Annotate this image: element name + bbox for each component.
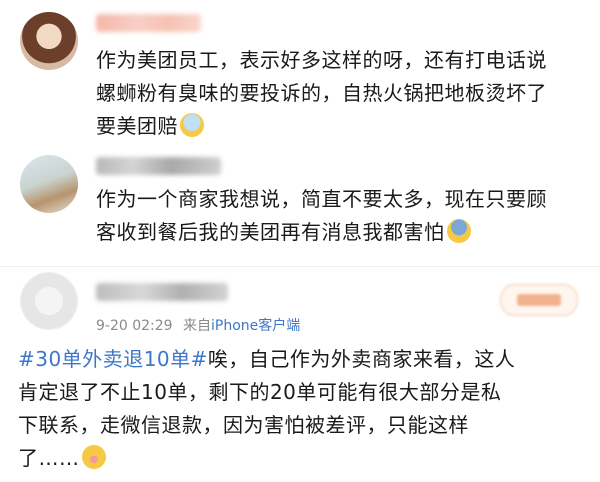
comment-line: 要美团赔: [96, 110, 591, 143]
username-redacted[interactable]: [96, 283, 228, 301]
post-line: #30单外卖退10单#唉，自己作为外卖商家来看，这人: [18, 347, 516, 371]
divider: [0, 266, 600, 267]
comment-text: 作为美团员工，表示好多这样的呀，还有打电话说 螺蛳粉有臭味的要投诉的，自热火锅把…: [96, 44, 591, 143]
post-source-link[interactable]: iPhone客户端: [211, 318, 300, 334]
avatar[interactable]: [20, 155, 78, 213]
username-redacted[interactable]: [96, 157, 221, 175]
post-line: 下联系，走微信退款，因为害怕被差评，只能这样: [18, 413, 469, 437]
hashtag-link[interactable]: #30单外卖退10单#: [18, 347, 208, 371]
post-source-prefix: 来自: [183, 318, 212, 334]
fearful-face-emoji-icon: [446, 219, 471, 243]
comment-line: 客收到餐后我的美团再有消息我都害怕: [96, 216, 591, 249]
avatar[interactable]: [20, 272, 78, 330]
comment-line: 螺蛳粉有臭味的要投诉的，自热火锅把地板烫坏了: [96, 81, 547, 105]
comment-line: 作为一个商家我想说，简直不要太多，现在只要顾: [96, 187, 547, 211]
post-line: 肯定退了不止10单，剩下的20单可能有很大部分是私: [18, 380, 502, 404]
comment-text: 作为一个商家我想说，简直不要太多，现在只要顾 客收到餐后我的美团再有消息我都害怕: [96, 183, 591, 249]
comment-line: 作为美团员工，表示好多这样的呀，还有打电话说: [96, 48, 547, 72]
username-redacted[interactable]: [96, 14, 201, 32]
post-text: #30单外卖退10单#唉，自己作为外卖商家来看，这人 肯定退了不止10单，剩下的…: [18, 343, 588, 475]
flushed-face-emoji-icon: [81, 445, 106, 469]
scared-face-emoji-icon: [180, 113, 204, 137]
post-meta: 9-20 02:29 来自iPhone客户端: [96, 315, 300, 335]
post-line: 了……: [18, 442, 588, 475]
post-timestamp: 9-20 02:29: [96, 318, 173, 334]
avatar[interactable]: [20, 12, 78, 70]
follow-button[interactable]: [500, 284, 578, 316]
